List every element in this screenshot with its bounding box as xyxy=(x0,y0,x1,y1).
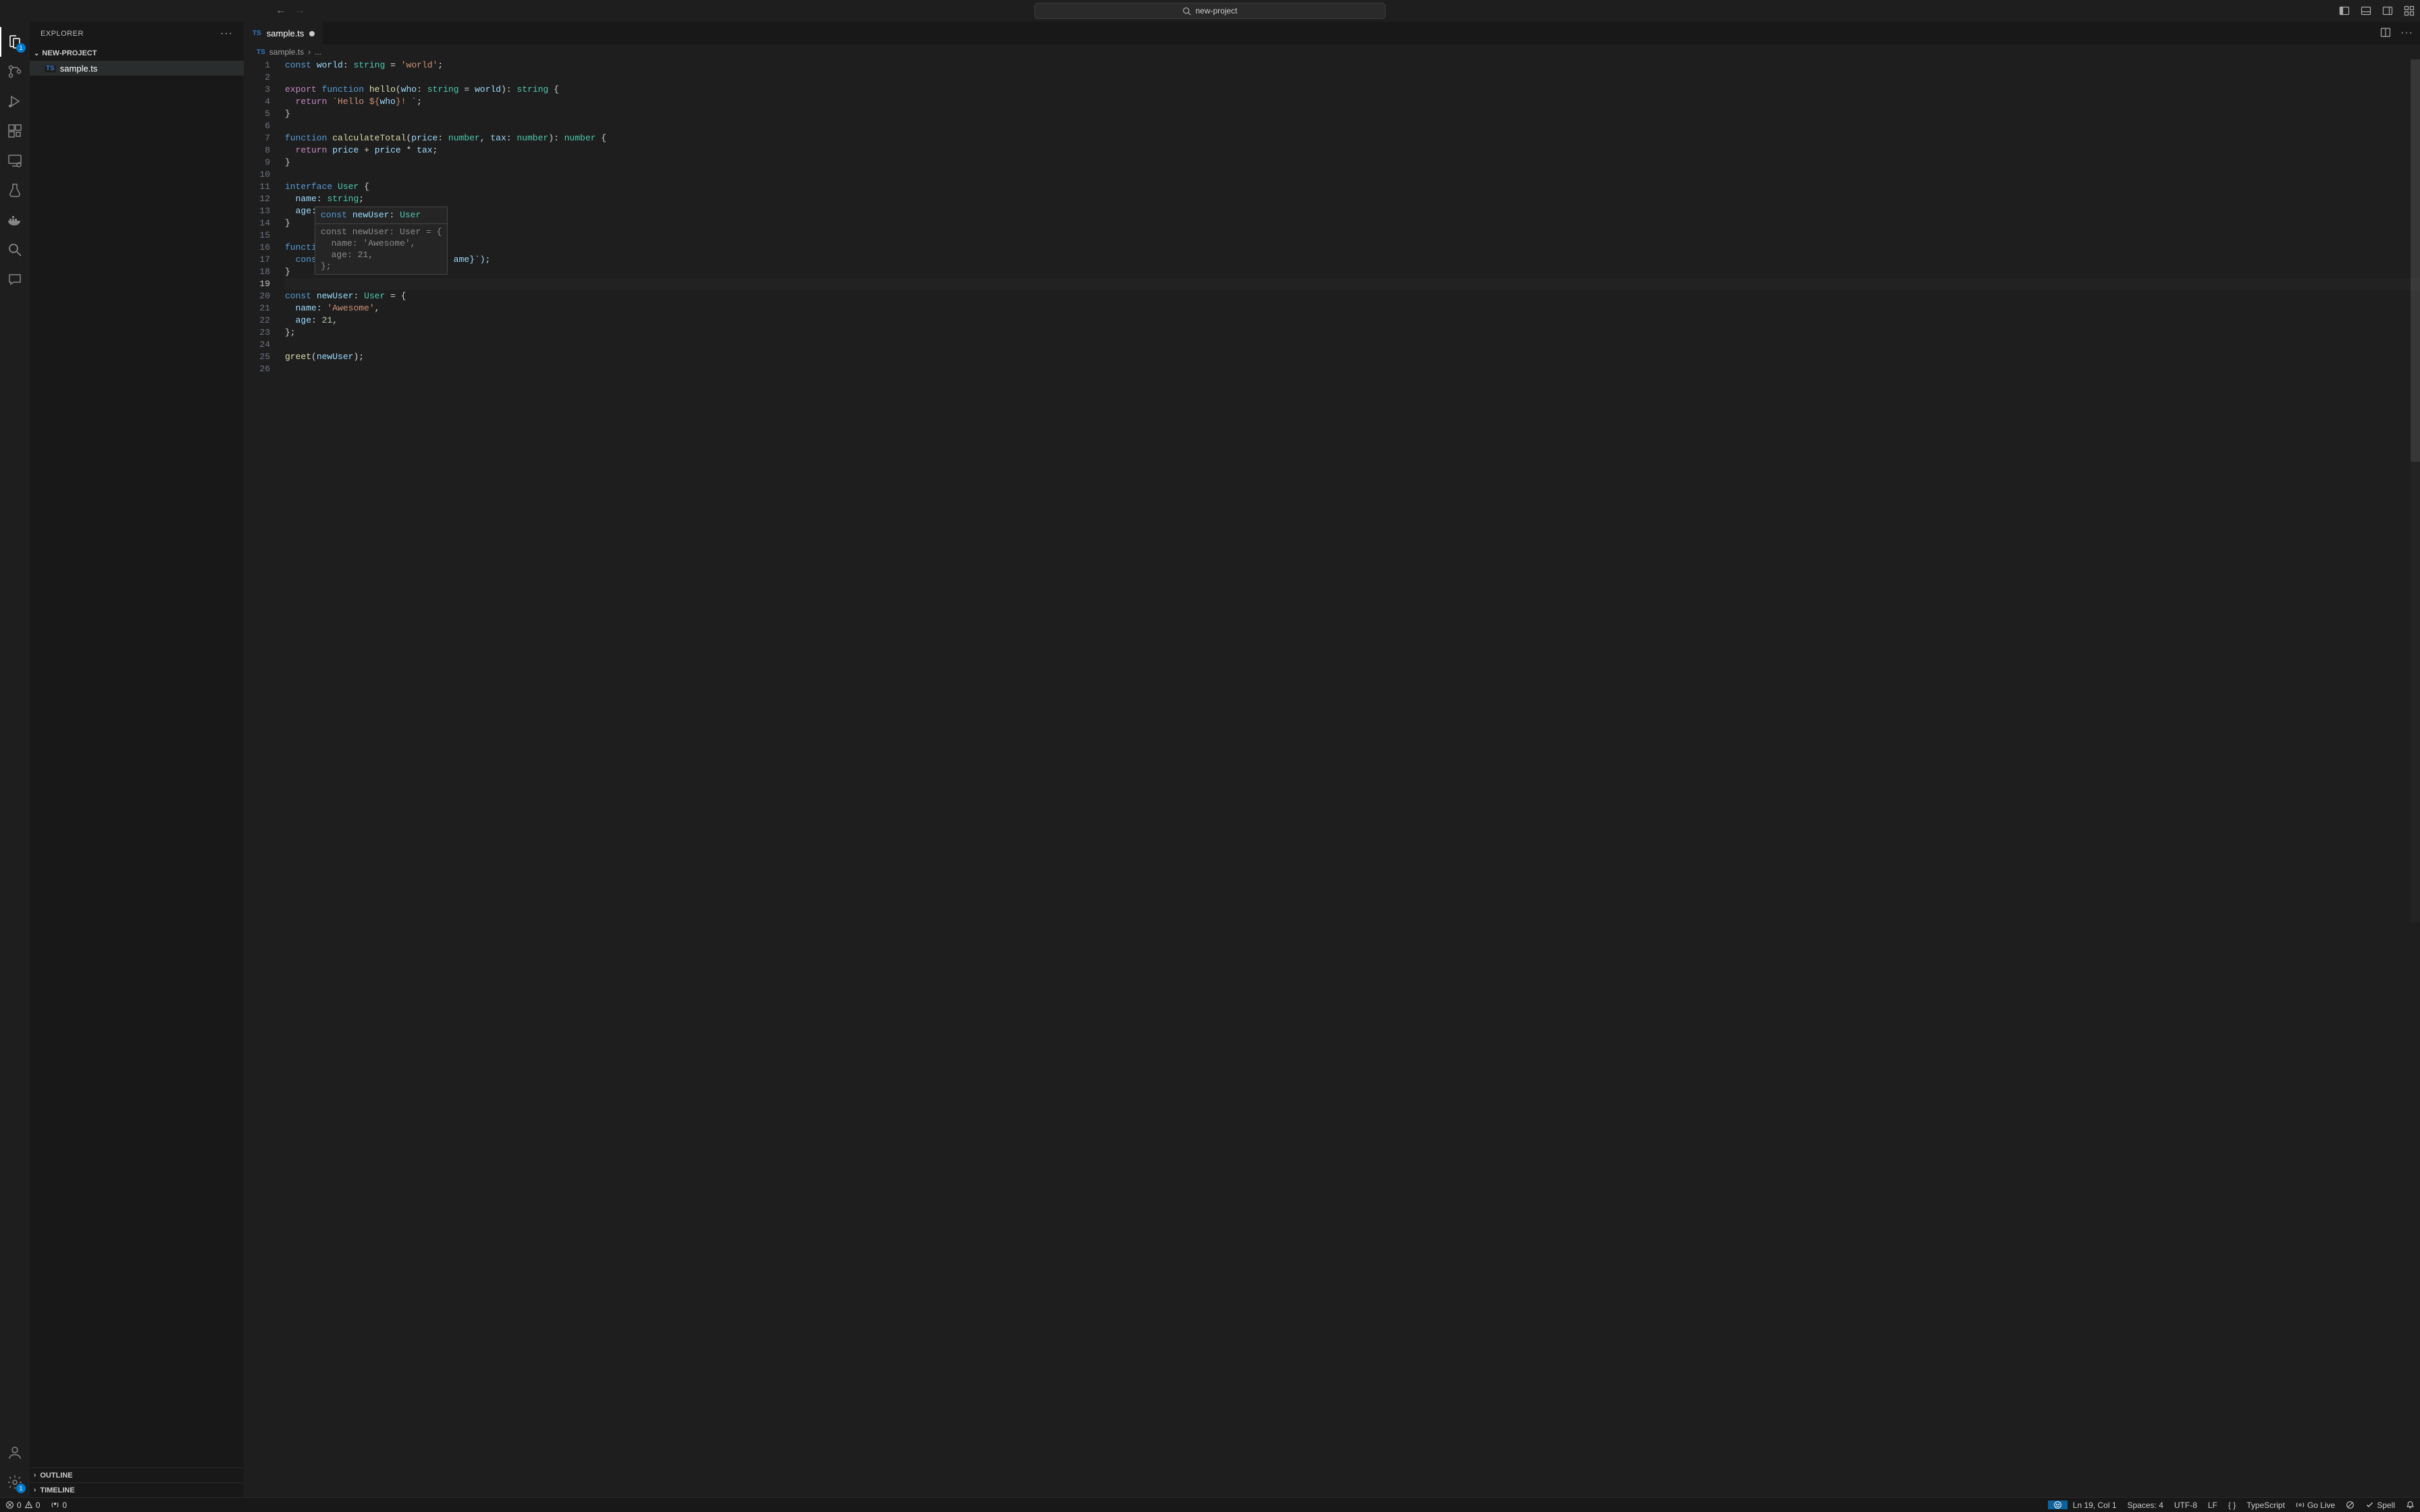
activity-accounts[interactable] xyxy=(0,1438,30,1467)
error-count: 0 xyxy=(17,1501,22,1510)
status-encoding[interactable]: UTF-8 xyxy=(2169,1501,2203,1510)
activity-chat[interactable] xyxy=(0,265,30,294)
tab-bar: TS sample.ts ··· xyxy=(244,22,2420,45)
editor-actions: ··· xyxy=(2373,22,2420,45)
toggle-sidebar-left-icon[interactable] xyxy=(2339,5,2350,16)
activity-settings[interactable]: 1 xyxy=(0,1467,30,1497)
editor-area: TS sample.ts ··· TS sample.ts › ... 1234… xyxy=(244,22,2420,1497)
status-brackets[interactable]: { } xyxy=(2223,1501,2241,1510)
history-nav: ← → xyxy=(275,5,305,17)
workbench: 1 1 xyxy=(0,22,2420,1497)
search-text: new-project xyxy=(1195,6,1237,16)
activity-docker[interactable] xyxy=(0,205,30,235)
status-problems[interactable]: 0 0 xyxy=(0,1501,45,1510)
timeline-label: TIMELINE xyxy=(40,1486,74,1494)
file-name: sample.ts xyxy=(60,63,98,74)
status-notifications[interactable] xyxy=(2400,1501,2420,1509)
status-ports[interactable]: 0 xyxy=(45,1501,72,1510)
activity-extensions[interactable] xyxy=(0,116,30,146)
feedback-icon xyxy=(2053,1501,2062,1509)
breadcrumb-more: ... xyxy=(315,47,321,57)
file-tree-item[interactable]: TS sample.ts xyxy=(30,61,244,76)
code-content[interactable]: const world: string = 'world'; export fu… xyxy=(285,59,2420,1497)
settings-badge: 1 xyxy=(16,1484,26,1493)
status-indent[interactable]: Spaces: 4 xyxy=(2122,1501,2169,1510)
activity-explorer[interactable]: 1 xyxy=(0,27,30,57)
editor-tab[interactable]: TS sample.ts xyxy=(244,22,323,45)
customize-layout-icon[interactable] xyxy=(2404,5,2415,16)
breadcrumb-file: sample.ts xyxy=(269,47,304,57)
antenna-icon xyxy=(51,1501,59,1509)
minimap-thumb[interactable] xyxy=(2411,59,2420,462)
activity-bar: 1 1 xyxy=(0,22,30,1497)
sidebar-title: EXPLORER xyxy=(41,30,84,38)
status-spell[interactable]: Spell xyxy=(2360,1501,2400,1510)
status-bar: 0 0 0 Ln 19, Col 1 Spaces: 4 UTF-8 LF { … xyxy=(0,1497,2420,1512)
activity-run-debug[interactable] xyxy=(0,86,30,116)
check-icon xyxy=(2365,1501,2374,1509)
suggest-widget[interactable]: const newUser: User const newUser: User … xyxy=(315,207,448,275)
bell-icon xyxy=(2406,1501,2415,1509)
toggle-panel-icon[interactable] xyxy=(2361,5,2371,16)
status-line-col[interactable]: Ln 19, Col 1 xyxy=(2068,1501,2122,1510)
explorer-sidebar: EXPLORER ··· ⌄ NEW-PROJECT TS sample.ts … xyxy=(30,22,244,1497)
chevron-down-icon: ⌄ xyxy=(34,50,39,57)
status-eol[interactable]: LF xyxy=(2203,1501,2223,1510)
suggest-body: const newUser: User = { name: 'Awesome',… xyxy=(315,224,447,274)
activity-source-control[interactable] xyxy=(0,57,30,86)
code-fragment: ame}`); xyxy=(454,254,491,265)
error-icon xyxy=(5,1501,14,1509)
status-golive[interactable]: Go Live xyxy=(2290,1501,2340,1510)
typescript-file-icon: TS xyxy=(253,30,261,37)
command-center[interactable]: new-project xyxy=(1034,3,1386,19)
title-bar: ← → new-project xyxy=(0,0,2420,22)
warning-icon xyxy=(24,1501,33,1509)
chevron-right-icon: › xyxy=(34,1486,36,1494)
typescript-file-icon: TS xyxy=(45,65,56,72)
warning-count: 0 xyxy=(36,1501,41,1510)
sidebar-header: EXPLORER ··· xyxy=(30,22,244,46)
dirty-indicator-icon xyxy=(309,31,315,36)
more-actions-icon[interactable]: ··· xyxy=(220,28,233,40)
layout-controls xyxy=(2339,5,2415,16)
toggle-sidebar-right-icon[interactable] xyxy=(2382,5,2393,16)
search-icon xyxy=(1182,7,1191,16)
activity-testing[interactable] xyxy=(0,176,30,205)
back-icon[interactable]: ← xyxy=(275,5,286,17)
forward-icon[interactable]: → xyxy=(294,5,305,17)
chevron-right-icon: › xyxy=(34,1472,36,1479)
cancel-icon xyxy=(2346,1501,2355,1509)
activity-search[interactable] xyxy=(0,235,30,265)
ports-count: 0 xyxy=(62,1501,67,1510)
chevron-right-icon: › xyxy=(308,47,311,57)
outline-panel[interactable]: › OUTLINE xyxy=(30,1467,244,1482)
folder-header[interactable]: ⌄ NEW-PROJECT xyxy=(30,46,244,61)
code-editor[interactable]: 1234567891011121314151617181920212223242… xyxy=(244,59,2420,1497)
folder-name: NEW-PROJECT xyxy=(42,49,97,57)
tab-filename: sample.ts xyxy=(267,28,305,38)
breadcrumbs[interactable]: TS sample.ts › ... xyxy=(244,45,2420,59)
outline-label: OUTLINE xyxy=(40,1472,72,1480)
explorer-badge: 1 xyxy=(16,43,26,53)
typescript-file-icon: TS xyxy=(257,49,265,56)
status-language[interactable]: TypeScript xyxy=(2241,1501,2290,1510)
activity-remote[interactable] xyxy=(0,146,30,176)
timeline-panel[interactable]: › TIMELINE xyxy=(30,1482,244,1497)
status-feedback[interactable] xyxy=(2048,1501,2068,1509)
status-prettier[interactable] xyxy=(2340,1501,2360,1509)
split-editor-icon[interactable] xyxy=(2380,27,2391,40)
broadcast-icon xyxy=(2296,1501,2305,1509)
line-gutter: 1234567891011121314151617181920212223242… xyxy=(244,59,285,1497)
more-actions-icon[interactable]: ··· xyxy=(2400,27,2413,39)
suggest-header: const newUser: User xyxy=(315,207,447,224)
